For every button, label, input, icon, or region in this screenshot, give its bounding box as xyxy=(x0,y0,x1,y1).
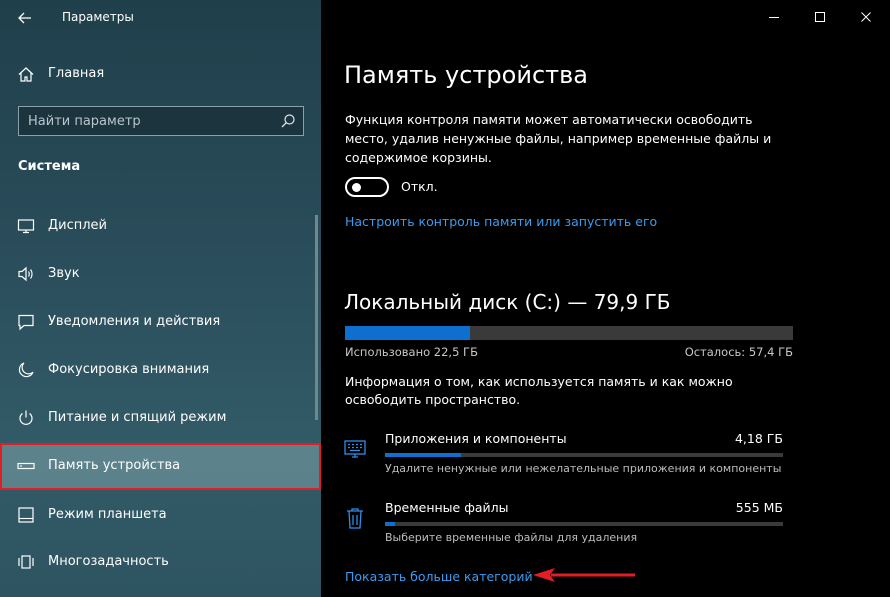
back-button[interactable] xyxy=(10,6,40,30)
sidebar-item-label: Уведомления и действия xyxy=(48,314,221,329)
category-usage-fill xyxy=(385,522,395,526)
category-temp-files[interactable]: Временные файлы 555 МБ Выберите временны… xyxy=(343,500,783,560)
apps-icon xyxy=(344,440,366,458)
section-title: Система xyxy=(18,159,81,174)
search-box xyxy=(18,106,304,136)
disk-usage-fill xyxy=(345,326,471,340)
sidebar-item-label: Дисплей xyxy=(48,218,108,233)
storage-sense-toggle[interactable] xyxy=(345,177,389,197)
sidebar-item-multitasking[interactable]: Многозадачность xyxy=(0,539,321,585)
close-button[interactable] xyxy=(843,4,889,30)
sidebar: Параметры Главная Система Дисплей Звук xyxy=(0,0,321,597)
sidebar-item-power[interactable]: Питание и спящий режим xyxy=(0,395,321,441)
monitor-icon xyxy=(17,219,35,234)
maximize-button[interactable] xyxy=(797,4,843,30)
main-pane: Память устройства Функция контроля памят… xyxy=(321,0,890,597)
speaker-icon xyxy=(18,266,33,282)
search-icon[interactable] xyxy=(280,113,296,129)
disk-usage-bar xyxy=(345,326,793,340)
sidebar-item-home[interactable]: Главная xyxy=(0,58,321,90)
category-usage-fill xyxy=(385,453,461,457)
sidebar-item-notifications[interactable]: Уведомления и действия xyxy=(0,299,321,345)
trash-icon xyxy=(347,508,363,529)
sidebar-item-storage[interactable]: Память устройства xyxy=(0,443,321,490)
minimize-icon xyxy=(769,17,779,18)
page-title: Память устройства xyxy=(344,61,588,89)
app-title: Параметры xyxy=(62,10,134,24)
sidebar-item-label: Главная xyxy=(48,66,105,81)
sidebar-item-display[interactable]: Дисплей xyxy=(0,203,321,249)
maximize-icon xyxy=(815,12,825,22)
toggle-state-label: Откл. xyxy=(401,179,438,194)
storage-info-text: Информация о том, как используется памят… xyxy=(345,374,733,407)
back-arrow-icon xyxy=(18,12,31,24)
moon-icon xyxy=(18,362,34,378)
category-usage-bar xyxy=(385,522,783,526)
sidebar-item-label: Фокусировка внимания xyxy=(48,362,210,377)
minimize-button[interactable] xyxy=(751,4,797,30)
storage-icon xyxy=(17,462,35,470)
category-name: Приложения и компоненты xyxy=(385,431,567,446)
sidebar-item-label: Режим планшета xyxy=(48,507,167,522)
sidebar-item-tablet-mode[interactable]: Режим планшета xyxy=(0,492,321,538)
sidebar-item-label: Многозадачность xyxy=(48,554,169,569)
sidebar-item-label: Звук xyxy=(48,266,80,281)
category-size: 555 МБ xyxy=(735,500,783,515)
disk-free-label: Осталось: 57,4 ГБ xyxy=(684,345,793,359)
power-icon xyxy=(19,410,33,425)
toggle-knob xyxy=(352,183,361,192)
category-usage-bar xyxy=(385,453,783,457)
red-arrow-annotation xyxy=(533,568,635,582)
category-size: 4,18 ГБ xyxy=(734,431,783,446)
category-apps[interactable]: Приложения и компоненты 4,18 ГБ Удалите … xyxy=(343,431,783,491)
category-name: Временные файлы xyxy=(385,500,509,515)
storage-sense-description: Функция контроля памяти может автоматиче… xyxy=(345,112,772,165)
sidebar-item-sound[interactable]: Звук xyxy=(0,251,321,297)
sidebar-item-label: Память устройства xyxy=(48,458,181,473)
show-more-categories-link[interactable]: Показать больше категорий xyxy=(345,569,533,584)
category-description: Удалите ненужные или нежелательные прило… xyxy=(385,462,782,475)
disk-title: Локальный диск (C:) — 79,9 ГБ xyxy=(344,290,671,314)
disk-used-label: Использовано 22,5 ГБ xyxy=(345,345,478,359)
sidebar-item-focus-assist[interactable]: Фокусировка внимания xyxy=(0,347,321,393)
configure-storage-sense-link[interactable]: Настроить контроль памяти или запустить … xyxy=(345,214,657,229)
search-input[interactable] xyxy=(19,107,269,135)
multitasking-icon xyxy=(18,555,34,569)
tablet-icon xyxy=(18,507,34,523)
category-description: Выберите временные файлы для удаления xyxy=(385,531,638,544)
notification-icon xyxy=(18,314,34,331)
sidebar-item-label: Питание и спящий режим xyxy=(48,410,227,425)
close-icon xyxy=(861,12,871,22)
home-icon xyxy=(18,67,34,82)
sidebar-titlebar: Параметры xyxy=(0,0,321,36)
sidebar-scrollbar[interactable] xyxy=(315,215,318,420)
